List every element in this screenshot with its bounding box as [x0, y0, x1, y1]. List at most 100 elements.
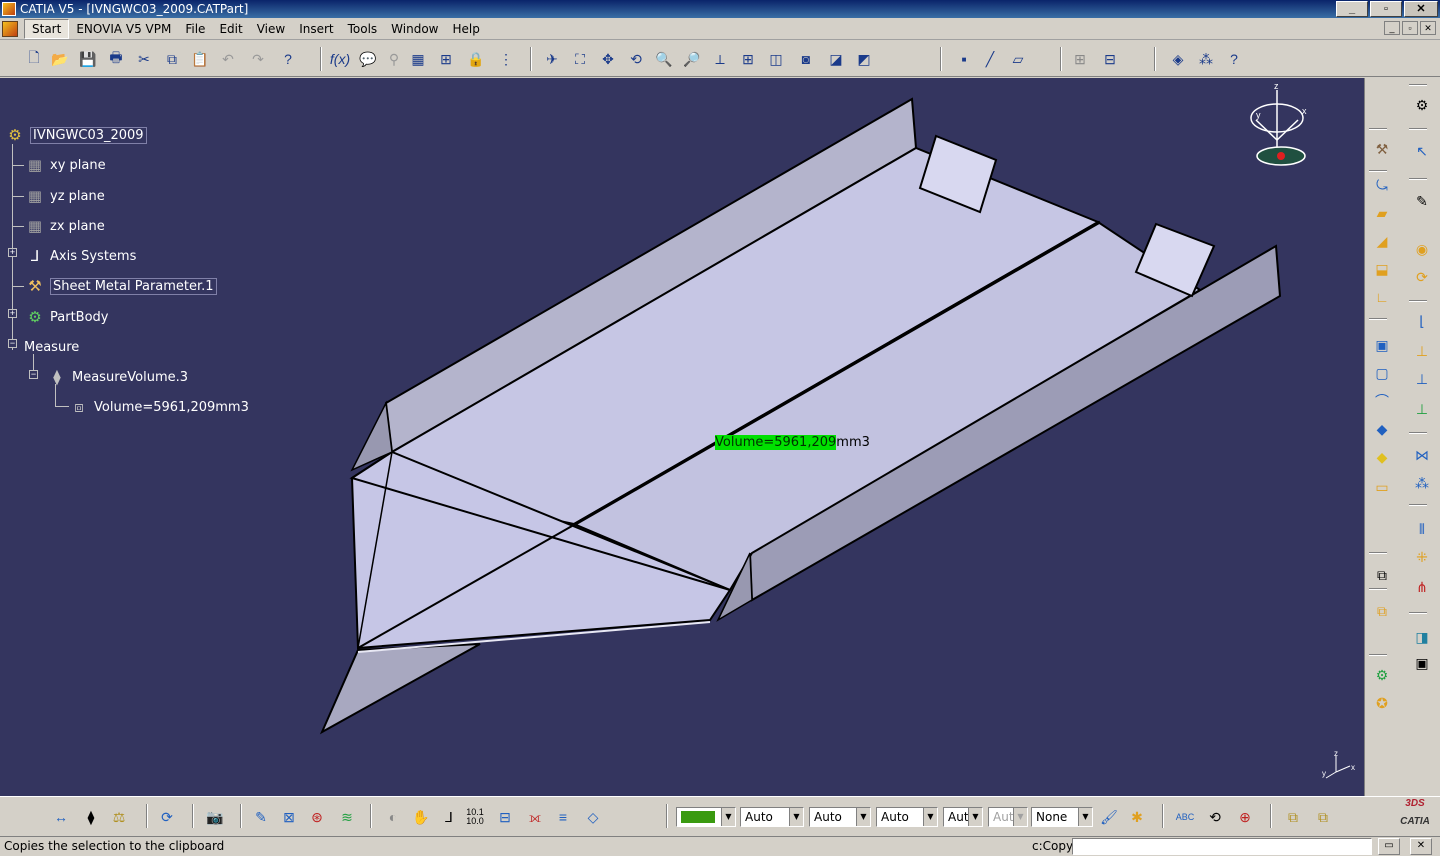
- recognize-icon[interactable]: ⤿: [1371, 174, 1393, 196]
- close-button[interactable]: ✕: [1404, 1, 1438, 17]
- format-painter-icon[interactable]: 🖌: [1098, 806, 1120, 828]
- macro-icon[interactable]: ⚲: [384, 49, 404, 69]
- status-minimize-button[interactable]: ▭: [1378, 838, 1400, 855]
- tree-item-yz-plane[interactable]: ▦ yz plane: [24, 185, 105, 207]
- draft-analysis-icon[interactable]: ⊛: [306, 806, 328, 828]
- identify-icon[interactable]: ⧉: [1371, 600, 1393, 622]
- hole-icon[interactable]: ◉: [1411, 238, 1433, 260]
- compass-icon[interactable]: z x y: [1250, 80, 1320, 176]
- layer-icon[interactable]: ⊟: [494, 806, 516, 828]
- transparency-select[interactable]: Auto ▼: [740, 807, 804, 827]
- tree-item-volume[interactable]: ⧈ Volume=5961,209mm3: [68, 396, 249, 418]
- print-icon[interactable]: 🖶: [106, 49, 126, 69]
- stamp-icon[interactable]: ◆: [1371, 446, 1393, 468]
- measure-item-icon[interactable]: ⧫: [80, 806, 102, 828]
- catalog-icon[interactable]: ⁂: [1196, 49, 1216, 69]
- tree-item-measure-volume[interactable]: ⧫ MeasureVolume.3: [46, 366, 188, 388]
- table-icon[interactable]: ▦: [408, 49, 428, 69]
- doc-restore-button[interactable]: ▫: [1402, 21, 1418, 35]
- menu-help[interactable]: Help: [446, 20, 487, 38]
- redo-icon[interactable]: ↷: [248, 49, 268, 69]
- tree-item-axis-systems[interactable]: ⅃ Axis Systems: [24, 245, 137, 267]
- unfold-icon[interactable]: ▣: [1371, 334, 1393, 356]
- hem-icon[interactable]: ⊥: [1411, 340, 1433, 362]
- user-pattern-icon[interactable]: ⋔: [1411, 576, 1433, 598]
- stack-icon[interactable]: ⊞: [1070, 49, 1090, 69]
- linewidth-select[interactable]: Auto ▼: [809, 807, 871, 827]
- hide-icon[interactable]: ◐: [382, 806, 404, 828]
- menu-edit[interactable]: Edit: [212, 20, 249, 38]
- views-management-icon[interactable]: ◨: [1411, 626, 1433, 648]
- rendering-style-select[interactable]: Aut ▼: [988, 807, 1028, 827]
- point-icon[interactable]: ■: [954, 49, 974, 69]
- status-close-button[interactable]: ✕: [1410, 838, 1432, 855]
- zoom-out-icon[interactable]: 🔎: [682, 49, 702, 69]
- extrusion-icon[interactable]: ⬓: [1371, 258, 1393, 280]
- knowledge-icon[interactable]: ⧉: [1282, 806, 1304, 828]
- tree-item-zx-plane[interactable]: ▦ zx plane: [24, 215, 105, 237]
- circular-pattern-icon[interactable]: ⁜: [1411, 546, 1433, 568]
- text-annotation-icon[interactable]: ABC: [1174, 806, 1196, 828]
- 3d-viewport[interactable]: ⚙ IVNGWC03_2009 ▦ xy plane ▦ yz plane ▦ …: [0, 78, 1364, 796]
- cut-icon[interactable]: ✂: [134, 49, 154, 69]
- law-icon[interactable]: ✪: [1371, 692, 1393, 714]
- power-input-field[interactable]: [1072, 838, 1372, 855]
- multi-view-icon[interactable]: ⊞: [738, 49, 758, 69]
- undo-icon[interactable]: ↶: [218, 49, 238, 69]
- swept-flange-icon[interactable]: ⟳: [1411, 266, 1433, 288]
- menu-start[interactable]: Start: [24, 18, 70, 39]
- menu-enovia[interactable]: ENOVIA V5 VPM: [69, 20, 178, 38]
- plane-icon[interactable]: ▱: [1008, 49, 1028, 69]
- collapse-toggle[interactable]: −: [29, 370, 38, 379]
- tree-item-measure[interactable]: Measure: [24, 336, 79, 358]
- iso-view-icon[interactable]: ◫: [766, 49, 786, 69]
- save-icon[interactable]: 💾: [78, 49, 98, 69]
- measure-between-icon[interactable]: ↔: [50, 806, 72, 828]
- collapse-toggle[interactable]: −: [8, 339, 17, 348]
- measure-inertia-icon[interactable]: ⚖: [108, 806, 130, 828]
- cutout-icon[interactable]: ◆: [1371, 418, 1393, 440]
- expand-toggle[interactable]: +: [8, 248, 17, 257]
- graph-icon[interactable]: ⊞: [436, 49, 456, 69]
- tree-root[interactable]: ⚙ IVNGWC03_2009: [4, 124, 147, 146]
- fly-mode-icon[interactable]: ✈: [542, 49, 562, 69]
- rectangular-pattern-icon[interactable]: ⧉: [1371, 564, 1393, 586]
- select-icon[interactable]: ↖: [1411, 140, 1433, 162]
- capture-icon[interactable]: 📷: [204, 806, 226, 828]
- tree-item-partbody[interactable]: ⚙ PartBody: [24, 306, 108, 328]
- point-to-point-icon[interactable]: ⌒: [1371, 390, 1393, 412]
- bend-icon[interactable]: ∟: [1371, 286, 1393, 308]
- formula-icon[interactable]: f(x): [330, 49, 350, 69]
- user-flange-icon[interactable]: ⊥: [1411, 398, 1433, 420]
- bottom-flap[interactable]: [319, 643, 481, 735]
- menu-view[interactable]: View: [250, 20, 292, 38]
- whats-this-icon[interactable]: ?: [278, 49, 298, 69]
- flange-icon[interactable]: ⌊: [1411, 310, 1433, 332]
- hide-show-icon[interactable]: ◪: [826, 49, 846, 69]
- sketch-analysis-icon[interactable]: ⊠: [278, 806, 300, 828]
- point-symbol-select[interactable]: Aut ▼: [943, 807, 983, 827]
- curvature-analysis-icon[interactable]: ≋: [336, 806, 358, 828]
- color-select[interactable]: ▼: [676, 807, 736, 827]
- corner-relief-icon[interactable]: ⁂: [1411, 472, 1433, 494]
- grab-icon[interactable]: ✋: [410, 806, 432, 828]
- catalog-browser-icon[interactable]: ✎: [250, 806, 272, 828]
- workbench-icon[interactable]: ⚙: [1411, 94, 1433, 116]
- menu-insert[interactable]: Insert: [292, 20, 340, 38]
- tree-item-xy-plane[interactable]: ▦ xy plane: [24, 154, 106, 176]
- lock-icon[interactable]: 🔒: [466, 49, 486, 69]
- menu-window[interactable]: Window: [384, 20, 445, 38]
- fold-icon[interactable]: ▢: [1371, 362, 1393, 384]
- linetype-select[interactable]: Auto ▼: [876, 807, 938, 827]
- wall-on-edge-icon[interactable]: ◢: [1371, 230, 1393, 252]
- apply-material-icon[interactable]: ◈: [1168, 49, 1188, 69]
- pan-icon[interactable]: ✥: [598, 49, 618, 69]
- update-icon[interactable]: ⟳: [156, 806, 178, 828]
- catia-app-icon[interactable]: [2, 2, 16, 16]
- maximize-button[interactable]: ▫: [1370, 1, 1402, 17]
- rotate-icon[interactable]: ⟲: [626, 49, 646, 69]
- document-icon[interactable]: [2, 20, 18, 37]
- line-icon[interactable]: ╱: [980, 49, 1000, 69]
- doc-minimize-button[interactable]: _: [1384, 21, 1400, 35]
- zoom-in-icon[interactable]: 🔍: [654, 49, 674, 69]
